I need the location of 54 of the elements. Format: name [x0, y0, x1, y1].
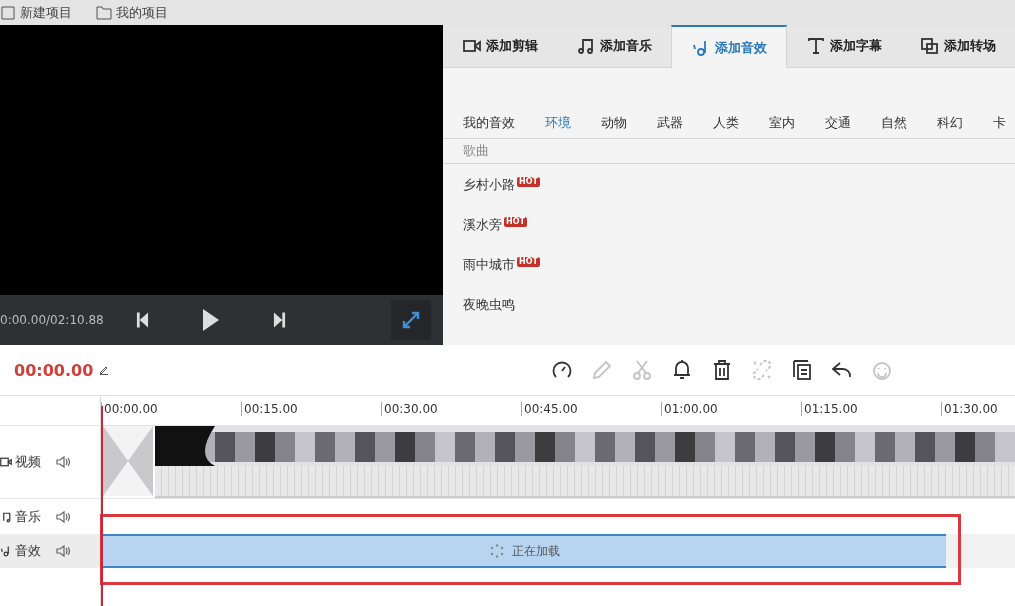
sound-note-icon [0, 544, 12, 558]
video-clip[interactable] [155, 426, 1015, 498]
track-header[interactable]: 音效 [0, 534, 100, 568]
new-file-icon [0, 5, 16, 20]
speaker-icon[interactable] [55, 455, 71, 469]
category-tab[interactable]: 室内 [769, 114, 795, 132]
tab[interactable]: 添加转场 [901, 25, 1015, 67]
delete-icon[interactable] [711, 359, 733, 381]
sound-item[interactable]: 乡村小路 [463, 176, 515, 194]
track-header[interactable]: 音乐 [0, 499, 100, 534]
list-header: 歌曲 [463, 142, 489, 160]
category-tab[interactable]: 卡 [993, 114, 1006, 132]
tab[interactable]: 添加剪辑 [443, 25, 557, 67]
tab[interactable]: 添加字幕 [787, 25, 901, 67]
category-tab[interactable]: 自然 [881, 114, 907, 132]
category-tab[interactable]: 科幻 [937, 114, 963, 132]
sound-item[interactable]: 雨中城市 [463, 256, 515, 274]
speaker-icon[interactable] [55, 544, 71, 558]
play-icon[interactable] [203, 309, 219, 331]
speaker-icon[interactable] [55, 509, 71, 524]
loading-spinner-icon [489, 544, 504, 558]
camera-icon [0, 455, 12, 469]
music-note-icon [576, 38, 595, 54]
category-tab[interactable]: 交通 [825, 114, 851, 132]
category-tab[interactable]: 动物 [601, 114, 627, 132]
bell-icon[interactable] [671, 359, 693, 381]
hot-badge: HOT [517, 177, 540, 187]
tab[interactable]: 添加音乐 [557, 25, 671, 67]
camera-icon [462, 38, 481, 54]
category-tab[interactable]: 我的音效 [463, 114, 515, 132]
category-tab[interactable]: 环境 [545, 114, 571, 132]
next-icon[interactable] [273, 312, 286, 328]
folder-icon [96, 5, 112, 20]
track-header[interactable]: 视频 [0, 426, 100, 499]
menu-item[interactable]: 我的项目 [96, 4, 168, 21]
pencil-icon[interactable] [99, 365, 110, 375]
sound-clip[interactable]: 正在加载 [103, 534, 946, 568]
category-tab[interactable]: 人类 [713, 114, 739, 132]
fullscreen-button[interactable] [391, 300, 431, 340]
sound-item[interactable]: 溪水旁 [463, 216, 502, 234]
menu-item[interactable]: 新建项目 [0, 4, 72, 21]
tab[interactable]: 添加音效 [671, 25, 787, 68]
previous-icon[interactable] [136, 312, 149, 328]
playback-time: 0:00.00/02:10.88 [0, 313, 105, 327]
text-icon [806, 38, 825, 54]
transition-block [103, 426, 153, 496]
hot-badge: HOT [504, 217, 527, 227]
category-tab[interactable]: 武器 [657, 114, 683, 132]
expand-icon [401, 310, 421, 330]
overlap-squares-icon [920, 38, 939, 54]
current-time: 00:00.00 [14, 360, 94, 380]
hot-badge: HOT [517, 257, 540, 267]
sound-item[interactable]: 夜晚虫鸣 [463, 296, 515, 314]
copy-icon[interactable] [791, 359, 813, 381]
